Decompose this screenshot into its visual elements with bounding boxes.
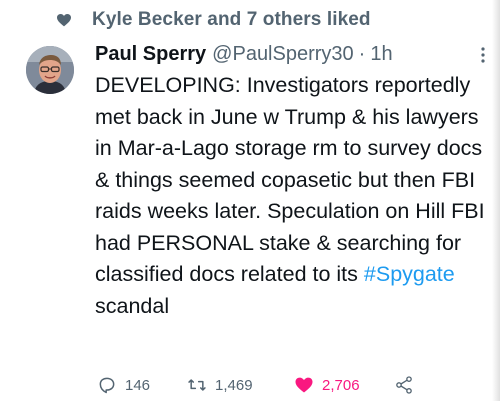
hashtag-link[interactable]: #Spygate [364, 262, 455, 286]
like-count: 2,706 [322, 376, 360, 394]
avatar[interactable] [26, 46, 74, 94]
heart-filled-icon [295, 377, 313, 393]
heart-icon [57, 14, 71, 27]
author-display-name[interactable]: Paul Sperry [95, 43, 206, 66]
avatar-image [26, 46, 74, 94]
scroll-edge-shadow [492, 0, 500, 401]
share-button[interactable] [394, 373, 414, 397]
retweet-button[interactable]: 1,469 [187, 373, 253, 397]
more-options-icon[interactable] [480, 46, 486, 64]
separator-dot: · [358, 42, 366, 65]
tweet-text-end: scandal [95, 293, 170, 318]
tweet-timestamp[interactable]: 1h [370, 43, 392, 66]
social-context-text[interactable]: Kyle Becker and 7 others liked [92, 9, 371, 31]
tweet-text: DEVELOPING: Investigators reportedly met… [95, 70, 485, 322]
tweet-actions: 146 1,469 2,706 [97, 373, 477, 397]
retweet-count: 1,469 [215, 376, 253, 394]
retweet-icon [188, 379, 206, 391]
tweet-card[interactable]: Kyle Becker and 7 others liked Paul Sper… [0, 0, 500, 401]
share-icon [396, 376, 412, 394]
reply-button[interactable]: 146 [97, 373, 150, 397]
author-handle[interactable]: @PaulSperry30 [212, 43, 353, 66]
tweet-header: Paul Sperry @PaulSperry30 · 1h [95, 40, 486, 68]
like-button[interactable]: 2,706 [294, 373, 360, 397]
reply-icon [99, 377, 115, 394]
reply-count: 146 [125, 376, 151, 394]
social-context: Kyle Becker and 7 others liked [57, 8, 371, 32]
tweet-text-main: DEVELOPING: Investigators reportedly met… [95, 73, 485, 286]
